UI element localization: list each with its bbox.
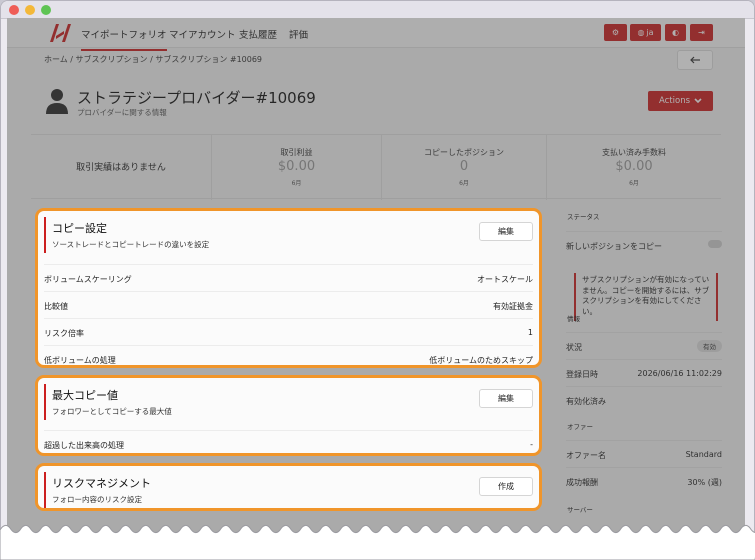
max-copy-desc: フォロワーとしてコピーする最大値 — [52, 407, 172, 416]
close-window-button[interactable] — [9, 5, 19, 15]
copy-settings-card: コピー設定 ソーストレードとコピートレードの違いを設定 編集 ボリュームスケーリ… — [35, 208, 542, 368]
provider-avatar-icon — [46, 89, 68, 114]
registered-label: 登録日時 — [566, 370, 598, 379]
setting-row-excess-volume: 超過した出来高の処理 - — [44, 430, 533, 453]
setting-value: オートスケール — [477, 275, 533, 284]
stat-value: 0 — [459, 159, 469, 174]
success-fee-value: 30% (週) — [687, 478, 722, 487]
copy-new-positions-label: 新しいポジションをコピー — [566, 242, 662, 251]
subscription-inactive-alert: サブスクリプションが有効になっていません。コピーを開始するには、サブスクリプショ… — [574, 273, 718, 321]
copy-new-positions-toggle[interactable] — [708, 240, 722, 248]
stat-label: 取引利益 — [280, 148, 313, 157]
max-copy-edit-button[interactable]: 編集 — [479, 389, 533, 408]
copy-new-positions-row: 新しいポジションをコピー — [566, 231, 722, 258]
stat-unit: 6月 — [459, 180, 469, 187]
setting-row-volume-scaling: ボリュームスケーリング オートスケール — [44, 264, 533, 291]
nav-ratings[interactable]: 評価 — [289, 27, 308, 41]
actions-button[interactable]: Actions — [648, 91, 713, 111]
nav-payment-history[interactable]: 支払履歴 — [239, 27, 277, 41]
registered-value: 2026/06/16 11:02:29 — [637, 369, 722, 378]
logout-icon: ⇥ — [698, 28, 705, 37]
stat-unit: 6月 — [291, 180, 302, 187]
status-row: 状況 有効 — [566, 332, 722, 359]
setting-label: 低ボリュームの処理 — [44, 356, 116, 365]
settings-button[interactable]: ⚙ — [604, 24, 627, 41]
page-subtitle: プロバイダーに関する情報 — [77, 108, 167, 117]
copy-settings-edit-button[interactable]: 編集 — [479, 222, 533, 241]
activated-label: 有効化済み — [566, 397, 606, 406]
setting-label: 超過した出来高の処理 — [44, 441, 124, 450]
setting-label: ボリュームスケーリング — [44, 275, 132, 284]
stat-value: $0.00 — [277, 159, 316, 174]
setting-row-low-volume: 低ボリュームの処理 低ボリュームのためスキップ — [44, 345, 533, 365]
stat-label: コピーしたポジション — [424, 148, 504, 157]
success-fee-label: 成功報酬 — [566, 478, 598, 487]
server-section-heading: サーバー — [567, 506, 593, 514]
contrast-icon: ◐ — [672, 28, 679, 37]
setting-row-risk-multiplier: リスク倍率 1 — [44, 318, 533, 345]
gear-icon: ⚙ — [611, 28, 620, 37]
stat-unit: 6月 — [629, 180, 639, 187]
status-section-heading: ステータス — [567, 213, 600, 221]
top-navigation: マイポートフォリオ マイアカウント 支払履歴 評価 ⚙ ◍ ja ◐ ⇥ — [7, 18, 745, 51]
risk-management-create-button[interactable]: 作成 — [479, 477, 533, 496]
stats-bar: 取引実績はありません 取引利益 $0.00 6月 コピーしたポジション 0 6月… — [31, 134, 721, 200]
stat-trading-profit: 取引利益 $0.00 6月 — [211, 135, 381, 200]
setting-value: 低ボリュームのためスキップ — [429, 356, 533, 365]
chevron-down-icon — [694, 98, 702, 104]
window-titlebar — [1, 1, 754, 19]
nav-my-account[interactable]: マイアカウント — [169, 27, 236, 41]
offer-name-row: オファー名 Standard — [566, 440, 722, 467]
success-fee-row: 成功報酬 30% (週) — [566, 467, 722, 494]
no-results-text: 取引実績はありません — [76, 163, 166, 173]
activated-row: 有効化済み — [566, 386, 722, 413]
logout-button[interactable]: ⇥ — [690, 24, 713, 41]
copy-settings-title: コピー設定 — [52, 222, 107, 235]
nav-my-portfolio[interactable]: マイポートフォリオ — [81, 27, 167, 51]
stat-paid-fees: 支払い済み手数料 $0.00 6月 — [546, 135, 721, 200]
stat-label: 支払い済み手数料 — [602, 148, 666, 157]
setting-row-comparison: 比較値 有効証拠金 — [44, 291, 533, 318]
risk-management-card: リスクマネジメント フォロー内容のリスク設定 作成 — [35, 463, 542, 511]
status-label: 状況 — [566, 343, 582, 352]
registered-row: 登録日時 2026/06/16 11:02:29 — [566, 359, 722, 386]
language-label: ja — [646, 28, 654, 37]
arrow-left-icon — [690, 56, 700, 64]
max-copy-title: 最大コピー値 — [52, 389, 118, 402]
max-copy-header: 最大コピー値 フォロワーとしてコピーする最大値 編集 — [44, 384, 533, 420]
status-badge: 有効 — [697, 340, 722, 352]
maximize-window-button[interactable] — [41, 5, 51, 15]
page-title: ストラテジープロバイダー#10069 — [77, 89, 316, 107]
risk-management-desc: フォロー内容のリスク設定 — [52, 495, 142, 504]
info-section-heading: 情報 — [567, 315, 580, 323]
stat-no-results: 取引実績はありません — [31, 135, 211, 200]
actions-label: Actions — [658, 96, 691, 106]
risk-management-title: リスクマネジメント — [52, 477, 151, 490]
offer-section-heading: オファー — [567, 423, 593, 431]
setting-value: 1 — [527, 328, 533, 337]
theme-toggle-button[interactable]: ◐ — [665, 24, 686, 41]
back-button[interactable] — [677, 50, 713, 70]
breadcrumb[interactable]: ホーム / サブスクリプション / サブスクリプション #10069 — [44, 54, 262, 65]
minimize-window-button[interactable] — [25, 5, 35, 15]
setting-label: 比較値 — [44, 302, 68, 311]
offer-name-label: オファー名 — [566, 451, 606, 460]
stat-value: $0.00 — [615, 159, 653, 174]
brand-logo-icon[interactable] — [47, 23, 73, 43]
setting-label: リスク倍率 — [44, 329, 84, 338]
copy-settings-header: コピー設定 ソーストレードとコピートレードの違いを設定 編集 — [44, 217, 533, 253]
torn-edge-decoration — [0, 524, 755, 560]
globe-icon: ◍ — [637, 28, 645, 37]
offer-name-value: Standard — [685, 450, 722, 459]
risk-management-header: リスクマネジメント フォロー内容のリスク設定 作成 — [44, 472, 533, 508]
setting-value: - — [530, 440, 533, 449]
max-copy-card: 最大コピー値 フォロワーとしてコピーする最大値 編集 超過した出来高の処理 - — [35, 375, 542, 456]
setting-value: 有効証拠金 — [493, 302, 533, 311]
stat-copied-positions: コピーしたポジション 0 6月 — [381, 135, 546, 200]
language-button[interactable]: ◍ ja — [630, 24, 661, 41]
copy-settings-desc: ソーストレードとコピートレードの違いを設定 — [52, 240, 210, 249]
